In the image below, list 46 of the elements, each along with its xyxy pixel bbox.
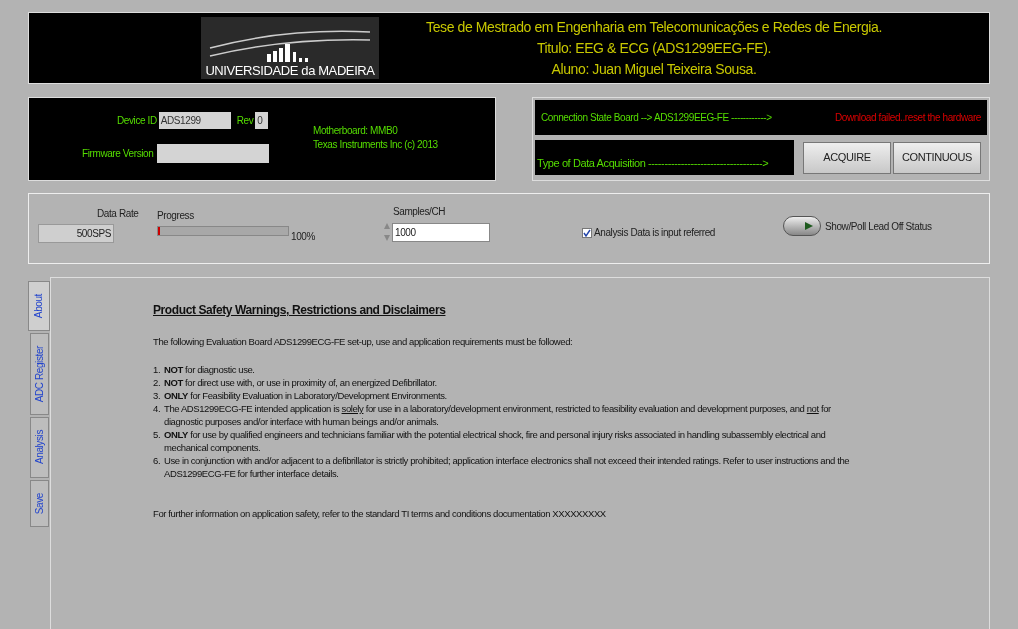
progress-label: Progress [157,209,194,223]
side-tab[interactable]: Analysis [30,417,49,478]
samples-label: Samples/CH [393,205,446,219]
list-number: 6. [153,454,162,468]
copyright-text: Texas Instruments Inc (c) 2013 [313,138,438,152]
device-id-field: ADS1299 [158,112,231,129]
connection-state-message: Download failed..reset the hardware [834,111,981,125]
list-number: 1. [153,363,162,376]
list-item-text: Use in conjunction with and/or adjacent to a defibrillator is strictly prohibited; application interface electronics shall not exceed their intended ratings. Refer to user instructions and the ADS1299ECG-FE for further interface details. [164,454,851,480]
list-number: 2. [153,376,162,389]
list-item-text: ONLY for Feasibility Evaluation in Laboratory/Development Environments. [164,389,448,402]
header-text: Titulo: EEG & ECG (ADS1299EEG-FE). [536,38,772,58]
acquisition-button[interactable]: CONTINUOUS [893,141,981,174]
header-text: Tese de Mestrado em Engenharia em Telecomunicações e Redes de Energia. [426,17,882,37]
list-item-text: ONLY for use by qualified engineers and technicians familiar with the potential electrical shock, fire and personal injury risks associated in handling subassembly electrical and mechanical components. [164,428,827,454]
about-footer: For further information on application safety, refer to the standard TI terms and conditions documentation XXXXXXXXX [153,507,989,520]
list-number: 3. [153,389,162,402]
connection-state-label: Connection State Board --> ADS1299EEG-FE ------------> [541,111,772,125]
side-tab[interactable]: About [28,281,50,332]
motherboard-text: Motherboard: MMB0 [313,124,399,138]
rev-field: 0 [255,112,269,129]
device-id-label: Device ID [117,114,157,128]
data-rate-label: Data Rate [97,207,139,221]
header-text: Aluno: Juan Miguel Teixeira Sousa. [551,59,757,79]
about-title: Product Safety Warnings, Restrictions and Disclaimers [153,304,447,317]
acquisition-button[interactable]: ACQUIRE [803,141,891,174]
list-number: 5. [153,428,162,442]
list-number: 4. [153,402,162,416]
acquisition-type-label: Type of Data Acquisition -----------------------------------> [537,155,769,171]
list-item-text: NOT for diagnostic use. [164,363,256,376]
rev-label: Rev [236,114,254,128]
list-item-text: The ADS1299ECG-FE intended application is solely for use in a laboratory/development environment, restricted to feasibility evaluation and development purposes, and not for diagnostic purposes and/or interface with human beings and/or animals. [164,402,832,428]
lead-off-toggle[interactable] [783,216,821,236]
input-referred-label: Analysis Data is input referred [594,226,715,240]
samples-field[interactable]: 1000 [392,222,490,242]
side-tab[interactable]: ADC Register [30,333,49,416]
play-icon [804,221,814,231]
progress-reading: 100% [291,230,315,244]
logo-text: UNIVERSIDADE da MADEIRA [205,64,375,77]
side-tab[interactable]: Save [30,479,49,527]
input-referred-checkbox[interactable] [582,227,592,238]
lead-off-label: Show/Poll Lead Off Status [825,219,932,234]
data-rate-field: 500SPS [38,224,114,243]
firmware-label: Firmware Version [82,147,154,161]
about-intro: The following Evaluation Board ADS1299ECG-FE set-up, use and application requirements must be followed: [153,335,574,348]
list-item-text: NOT for direct use with, or use in proximity of, an energized Defibrillator. [164,376,438,389]
